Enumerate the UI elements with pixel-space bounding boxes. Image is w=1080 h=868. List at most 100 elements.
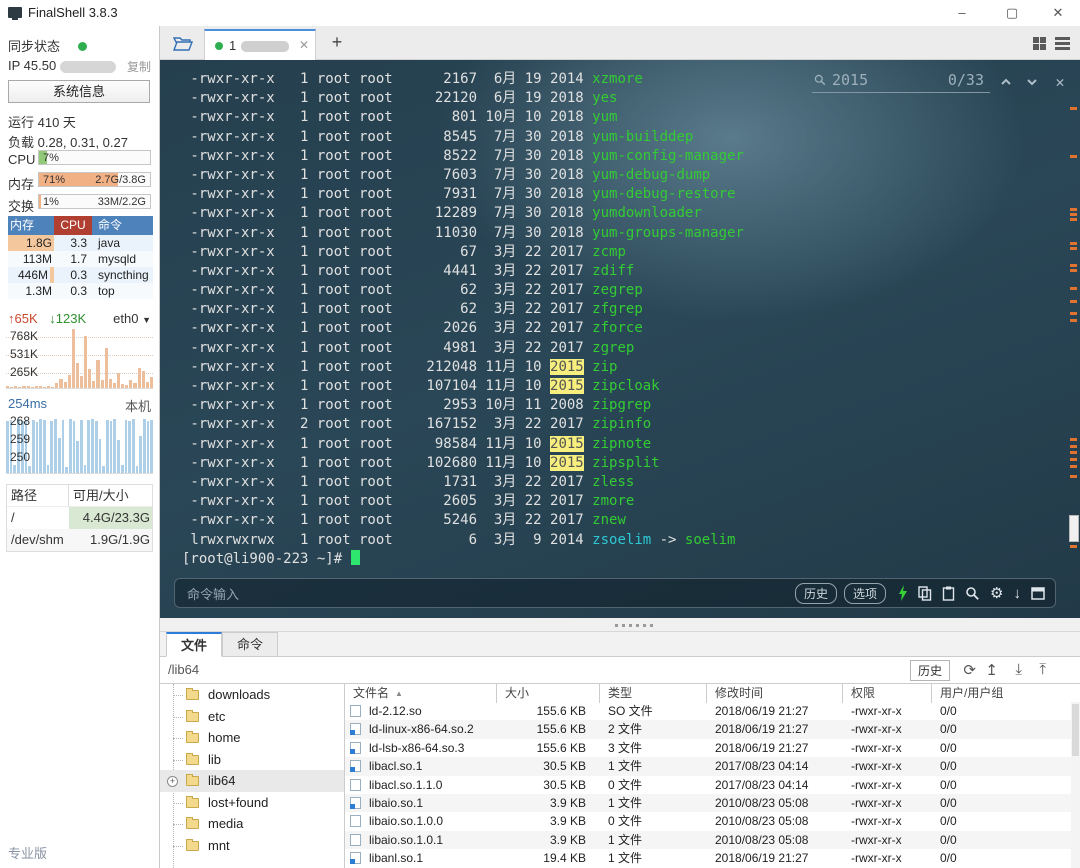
quick-command-lightning-icon[interactable] [898,585,908,601]
iface-selector[interactable]: eth0 ▼ [113,311,151,326]
graph-bar [129,380,132,388]
file-size: 3.9 KB [497,812,600,830]
file-row[interactable]: libaio.so.1.0.03.9 KB0 文件2010/08/23 05:0… [345,812,1080,830]
graph-bar [21,421,24,473]
col-perms[interactable]: 权限 [843,684,932,703]
line-filename: zcmp [592,244,626,260]
disk-col-path[interactable]: 路径 [7,485,69,507]
paste-icon[interactable] [942,586,955,601]
tab-close-icon[interactable]: ✕ [299,38,309,52]
session-tab[interactable]: 1 ✕ [204,29,316,60]
graph-bar [110,421,113,473]
line-filename: yes [592,90,617,106]
ping-latency: 254ms [8,396,47,411]
disk-col-size[interactable]: 可用/大小 [69,485,152,507]
proc-mem: 1.3M [8,283,54,299]
terminal[interactable]: -rwxr-xr-x 1 root root 2167 6月 19 2014 x… [160,60,1080,618]
terminal-search-icon[interactable] [965,586,980,601]
file-type: 2 文件 [600,720,707,738]
minimize-button[interactable]: – [942,0,982,26]
tree-item-downloads[interactable]: downloads [160,684,344,706]
file-row[interactable]: libaio.so.1.0.13.9 KB1 文件2010/08/23 05:0… [345,831,1080,849]
proc-cmd: java [92,235,153,251]
search-next-button[interactable] [1026,76,1042,88]
line-year: 2018 [550,167,584,183]
tab-files[interactable]: 文件 [166,632,222,657]
match-marker [1070,242,1077,245]
swap-detail: 33M/2.2G [98,196,146,208]
file-row[interactable]: ld-lsb-x86-64.so.3155.6 KB3 文件2018/06/19… [345,739,1080,757]
tab-commands[interactable]: 命令 [222,632,278,657]
file-row[interactable]: ld-linux-x86-64.so.2155.6 KB2 文件2018/06/… [345,720,1080,738]
terminal-output: -rwxr-xr-x 1 root root 2167 6月 19 2014 x… [182,70,1050,569]
disk-row[interactable]: /4.4G/23.3G [7,507,152,529]
terminal-line: -rwxr-xr-x 1 root root 5246 3月 22 2017 z… [182,511,1050,530]
maximize-button[interactable]: ▢ [992,0,1032,26]
line-filename: yum-groups-manager [592,225,744,241]
scroll-down-icon[interactable]: ↓ [1014,585,1022,602]
file-perms: -rwxr-xr-x [843,702,932,720]
copy-ip-button[interactable]: 复制 [127,58,151,75]
proc-col-cmd[interactable]: 命令 [92,216,153,235]
terminal-line: -rwxr-xr-x 1 root root 2026 3月 22 2017 z… [182,319,1050,338]
tree-item-lib[interactable]: lib [160,749,344,771]
col-size[interactable]: 大小 [497,684,600,703]
ip-label: IP 45.50 [8,58,56,73]
match-marker [1070,247,1077,250]
settings-gear-icon[interactable]: ⚙ [990,584,1003,602]
command-input-placeholder[interactable]: 命令输入 [187,584,795,603]
process-row[interactable]: 446M0.3syncthing [8,267,153,283]
search-input[interactable]: 2015 [832,71,948,89]
expand-icon[interactable]: + [167,776,178,787]
panel-splitter[interactable] [160,618,1080,632]
tree-item-lost+found[interactable]: lost+found [160,792,344,814]
file-row[interactable]: libacl.so.130.5 KB1 文件2017/08/23 04:14-r… [345,757,1080,775]
process-row[interactable]: 1.8G3.3java [8,235,153,251]
file-owner: 0/0 [932,776,1080,794]
process-row[interactable]: 1.3M0.3top [8,283,153,299]
go-up-icon[interactable]: ↥ [985,661,998,679]
graph-bar [147,421,150,473]
path-history-button[interactable]: 历史 [910,660,950,681]
tree-item-lib64[interactable]: +lib64 [160,770,344,792]
col-mtime[interactable]: 修改时间 [707,684,843,703]
terminal-scrollbar-thumb[interactable] [1069,515,1079,542]
file-row[interactable]: libaio.so.13.9 KB1 文件2010/08/23 05:08-rw… [345,794,1080,812]
download-file-icon[interactable]: ⤓ [1015,661,1022,678]
proc-col-mem[interactable]: 内存 [8,216,54,235]
tree-item-etc[interactable]: etc [160,706,344,728]
options-button[interactable]: 选项 [844,583,886,604]
copy-icon[interactable] [918,586,932,601]
refresh-icon[interactable]: ⟳ [963,661,976,679]
file-row[interactable]: libanl.so.119.4 KB1 文件2018/06/19 21:27-r… [345,849,1080,867]
graph-bar [36,422,39,473]
upload-file-icon[interactable]: ⤒ [1039,661,1046,678]
file-row[interactable]: ld-2.12.so155.6 KBSO 文件2018/06/19 21:27-… [345,702,1080,720]
disk-row[interactable]: /dev/shm1.9G/1.9G [7,529,152,551]
layout-grid-icon[interactable] [1033,37,1046,50]
tree-item-media[interactable]: media [160,813,344,835]
file-table-scrollbar[interactable] [1071,702,1080,868]
search-close-icon[interactable]: ✕ [1052,73,1068,91]
search-prev-button[interactable] [1000,76,1016,88]
add-tab-button[interactable]: + [326,32,348,53]
system-info-button[interactable]: 系统信息 [8,80,150,103]
path-input[interactable]: /lib64 [168,662,199,677]
tree-item-mnt[interactable]: mnt [160,835,344,857]
open-folder-icon[interactable] [173,35,193,51]
line-filename: zsoelim [592,532,651,548]
file-row[interactable]: libacl.so.1.1.030.5 KB0 文件2017/08/23 04:… [345,776,1080,794]
fullscreen-window-icon[interactable] [1031,587,1045,600]
file-size: 30.5 KB [497,757,600,775]
process-row[interactable]: 113M1.7mysqld [8,251,153,267]
close-button[interactable]: ✕ [1038,0,1078,26]
menu-list-icon[interactable] [1055,37,1070,50]
col-filename[interactable]: 文件名▲ [345,684,497,703]
col-type[interactable]: 类型 [600,684,707,703]
command-input-bar[interactable]: 命令输入 历史 选项 ⚙ ↓ [174,578,1056,608]
history-button[interactable]: 历史 [795,583,837,604]
proc-col-cpu[interactable]: CPU [54,216,92,235]
tree-item-home[interactable]: home [160,727,344,749]
col-owner[interactable]: 用户/用户组 [932,684,1080,703]
load-label: 负载 0.28, 0.31, 0.27 [8,132,151,151]
